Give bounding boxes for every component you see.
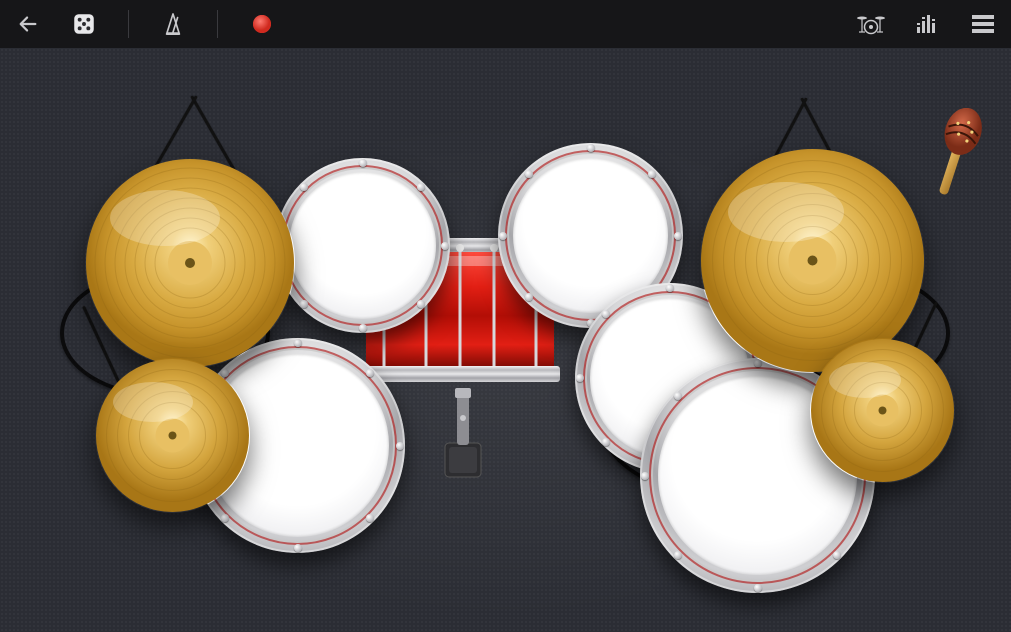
equalizer-icon [915,13,939,35]
lug-icon [674,551,682,559]
toolbar-left [12,8,278,40]
drumkit-icon [856,12,886,36]
back-button[interactable] [12,8,44,40]
lug-icon [754,584,762,592]
lug-icon [366,369,374,377]
toolbar-right [855,8,999,40]
drum-kit [0,48,1011,632]
menu-button[interactable] [967,8,999,40]
random-button[interactable] [68,8,100,40]
crash-cymbal-left[interactable] [85,158,295,368]
lug-icon [499,232,507,240]
lug-icon [417,300,425,308]
metronome-button[interactable] [157,8,189,40]
lug-icon [641,472,649,480]
kick-pedal[interactable] [440,388,486,478]
hi-hat-left[interactable] [95,358,250,513]
lug-icon [674,232,682,240]
maraca[interactable] [928,108,983,203]
cymbal-graphic [95,358,250,513]
lug-icon [587,144,595,152]
lug-icon [417,183,425,191]
lug-icon [396,442,404,450]
lug-icon [576,374,584,382]
pedal-icon [440,388,486,478]
kit-select-button[interactable] [855,8,887,40]
maraca-icon [928,108,983,203]
lug-icon [359,159,367,167]
lug-icon [602,438,610,446]
hamburger-icon [971,14,995,34]
lug-icon [221,514,229,522]
metronome-icon [162,12,184,36]
toolbar-separator-icon [217,10,218,38]
toolbar-separator-icon [128,10,129,38]
lug-icon [294,544,302,552]
record-button[interactable] [246,8,278,40]
mixer-button[interactable] [911,8,943,40]
lug-icon [648,170,656,178]
cymbal-graphic [85,158,295,368]
lug-icon [674,392,682,400]
splash-cymbal-right[interactable] [810,338,955,483]
lug-icon [366,514,374,522]
lug-icon [300,300,308,308]
lug-icon [441,242,449,250]
lug-icon [666,284,674,292]
lug-icon [525,293,533,301]
arrow-left-icon [17,13,39,35]
toolbar [0,0,1011,48]
record-icon [250,12,274,36]
lug-icon [525,170,533,178]
tom-high-left[interactable] [275,158,450,333]
dice-icon [71,11,97,37]
cymbal-graphic [810,338,955,483]
lug-icon [359,324,367,332]
